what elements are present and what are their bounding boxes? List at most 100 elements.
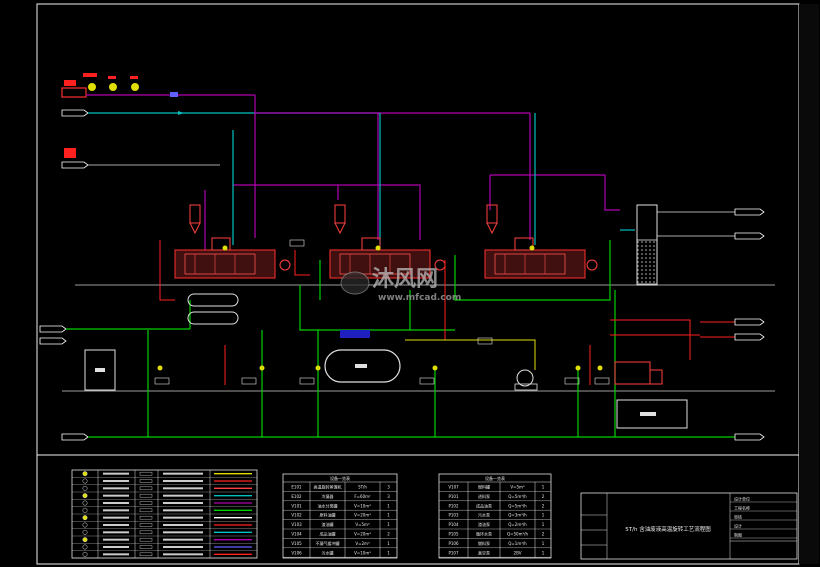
equipment-table-1-cell: 1	[387, 541, 390, 546]
legend-desc-bar	[103, 480, 129, 482]
legend-desc-bar-2	[163, 480, 203, 482]
legend-desc-bar-2	[163, 516, 203, 519]
equipment-table-2-cell: P106	[448, 541, 459, 546]
equipment-table-2-cell: P103	[448, 513, 459, 518]
equipment-table-1-cell: V105	[291, 541, 302, 546]
legend-desc-bar-2	[163, 472, 203, 475]
equipment-table-2-cell: 燃料罐	[478, 484, 490, 490]
equipment-table-2-cell: Q=1m³/h	[508, 541, 527, 546]
equipment-table-2-cell: 成品油泵	[476, 502, 492, 508]
watermark-main: 沐风网	[372, 267, 438, 292]
equipment-table-2-cell: Q=2m³/h	[508, 522, 527, 527]
equipment-table-2-cell: 2	[542, 494, 545, 499]
equipment-table-1-cell: E102	[291, 494, 302, 499]
title-block-row: 审核	[734, 514, 742, 520]
equipment-table-1-cell: 1	[387, 550, 390, 555]
equipment-table-2-cell: P102	[448, 503, 459, 508]
equipment-table-2-cell: P104	[448, 522, 459, 527]
legend-desc-bar-2	[163, 546, 203, 548]
legend-symbol	[82, 537, 88, 543]
equipment-table-1-cell: V=10m³	[354, 550, 371, 555]
equipment-table-1-cell: 油水分离罐	[318, 502, 338, 508]
equipment-table-1-cell: V104	[291, 532, 302, 537]
legend-desc-bar	[103, 472, 129, 475]
equipment-table-1-cell: V=20m³	[354, 532, 371, 537]
equipment-table-2-cell: P105	[448, 532, 459, 537]
legend-desc-bar-2	[163, 531, 203, 534]
equipment-table-2-cell: 2	[542, 532, 545, 537]
legend-desc-bar	[103, 509, 129, 512]
equipment-table-2-cell: 1	[542, 522, 545, 527]
equipment-table-1-cell: V106	[291, 550, 302, 555]
legend-desc-bar-2	[163, 509, 203, 512]
equipment-table-1-cell: V102	[291, 513, 302, 518]
equipment-table-1-cell: V101	[291, 503, 302, 508]
equipment-table-1-header: 设备一览表	[330, 475, 350, 481]
title-block-row: 设计单位	[734, 496, 750, 502]
equipment-table-2-cell: V=5m³	[510, 485, 525, 490]
watermark-url: www.mfcad.com	[378, 293, 461, 303]
equipment-table-2-cell: 1	[542, 485, 545, 490]
drawing-title: 5T/h 含油废液高温旋转工艺流程图	[625, 525, 711, 533]
equipment-table-2-cell: 2	[542, 503, 545, 508]
title-block-row: 设计	[734, 523, 742, 529]
equipment-table-2-cell: P107	[448, 550, 459, 555]
equipment-table-2-cell: 1	[542, 550, 545, 555]
equipment-table-1-cell: 成品油罐	[320, 531, 336, 537]
legend-desc-bar	[103, 487, 129, 490]
legend-desc-bar-2	[163, 538, 203, 541]
equipment-table-2-cell: Q=5m³/h	[508, 503, 527, 508]
legend-desc-bar	[103, 524, 129, 526]
legend-symbol	[82, 493, 88, 499]
equipment-table-1-cell: 5T/h	[358, 485, 367, 490]
equipment-table-2-cell: 燃料泵	[478, 540, 490, 546]
equipment-table-1-cell: V=10m³	[354, 503, 371, 508]
legend-symbol	[82, 471, 88, 477]
equipment-table-1-cell: 污水罐	[322, 549, 334, 555]
equipment-table-2-cell: 循环水泵	[476, 531, 492, 537]
equipment-table-2-cell: 1	[542, 513, 545, 518]
equipment-table-1-cell: 3	[387, 494, 390, 499]
equipment-table-1-cell: E101	[291, 485, 302, 490]
equipment-table-1-cell: 不凝气缓冲罐	[316, 540, 340, 546]
equipment-table-2-cell: 真空泵	[478, 549, 490, 555]
equipment-table-2-cell: 1	[542, 541, 545, 546]
legend-desc-bar-2	[163, 524, 203, 526]
legend-desc-bar-2	[163, 494, 203, 497]
legend-desc-bar	[103, 494, 129, 497]
equipment-table-1-cell: 1	[387, 513, 390, 518]
equipment-table-1-cell: 1	[387, 503, 390, 508]
legend-desc-bar-2	[163, 553, 203, 556]
equipment-table-2-cell: 2BV	[514, 550, 522, 555]
equipment-table-2-cell: 渣油泵	[478, 521, 490, 527]
legend-desc-bar	[103, 546, 129, 548]
legend-desc-bar	[103, 516, 129, 519]
equipment-table-1-cell: 冷凝器	[322, 493, 334, 499]
equipment-table-1-cell: 2	[387, 532, 390, 537]
legend-symbol	[82, 515, 88, 521]
equipment-table-1-cell: V=20m³	[354, 513, 371, 518]
equipment-table-1-cell: 原料油罐	[320, 512, 336, 518]
equipment-table-1-cell: 1	[387, 522, 390, 527]
equipment-table-2-header: 设备一览表	[485, 475, 505, 481]
equipment-table-1-cell: 渣油罐	[322, 521, 334, 527]
equipment-table-2-cell: P101	[448, 494, 459, 499]
equipment-table-2-cell: V107	[448, 485, 459, 490]
equipment-table-2-cell: Q=5m³/h	[508, 494, 527, 499]
equipment-table-1-cell: V103	[291, 522, 302, 527]
equipment-table-2-cell: Q=50m³/h	[507, 532, 528, 537]
legend-desc-bar	[103, 531, 129, 534]
right-margin	[799, 4, 819, 564]
equipment-table-1-cell: V=5m³	[355, 522, 370, 527]
equipment-table-1-cell: F=60m²	[354, 494, 371, 499]
legend-desc-bar	[103, 553, 129, 556]
equipment-table-1-cell: 3	[387, 485, 390, 490]
equipment-table-1-cell: V=2m³	[355, 541, 370, 546]
title-block-row: 工程名称	[734, 505, 750, 511]
legend-desc-bar-2	[163, 487, 203, 490]
equipment-table-1-cell: 高温旋转蒸馏机	[314, 484, 342, 490]
title-block-row: 制图	[734, 532, 742, 538]
equipment-table-2-cell: 进料泵	[478, 493, 490, 499]
equipment-table-2-cell: 污水泵	[478, 512, 490, 518]
legend-desc-bar	[103, 502, 129, 504]
